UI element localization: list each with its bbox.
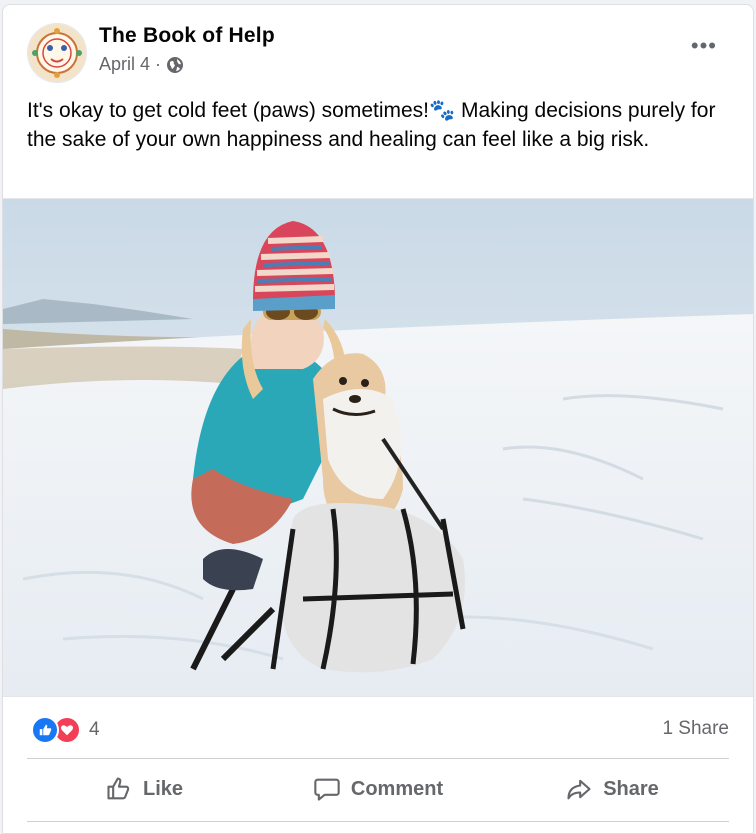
post-card: The Book of Help April 4 · ••• It's okay…	[2, 4, 754, 834]
comment-label: Comment	[350, 777, 444, 800]
page-avatar[interactable]	[27, 23, 87, 83]
divider	[27, 758, 729, 759]
photo-woman-dog-snow	[3, 199, 753, 696]
globe-icon	[167, 56, 184, 73]
post-text: It's okay to get cold feet (paws) someti…	[27, 99, 716, 151]
thumbs-up-icon	[107, 777, 130, 800]
comment-icon	[314, 778, 340, 801]
post-stats: 4 1 Share	[3, 710, 753, 746]
post-date[interactable]: April 4	[99, 54, 150, 75]
more-options-icon[interactable]: •••	[691, 35, 717, 57]
post-photo[interactable]	[3, 198, 753, 697]
like-icon	[31, 716, 59, 744]
action-bar: Like Comment Share	[27, 760, 729, 818]
post-header: The Book of Help April 4 · •••	[3, 5, 753, 85]
like-label: Like	[142, 777, 184, 800]
reaction-count: 4	[89, 719, 100, 740]
page-name[interactable]: The Book of Help	[99, 24, 275, 48]
reactions-summary[interactable]: 4	[31, 716, 100, 744]
divider	[27, 821, 729, 822]
post-meta: April 4 ·	[99, 54, 184, 75]
share-arrow-icon	[567, 779, 591, 800]
comment-button[interactable]: Comment	[261, 760, 495, 818]
share-count[interactable]: 1 Share	[662, 718, 729, 740]
share-label: Share	[603, 777, 659, 800]
clock-logo-icon	[28, 24, 86, 82]
share-button[interactable]: Share	[495, 760, 729, 818]
like-button[interactable]: Like	[27, 760, 261, 818]
meta-separator: ·	[155, 54, 162, 74]
